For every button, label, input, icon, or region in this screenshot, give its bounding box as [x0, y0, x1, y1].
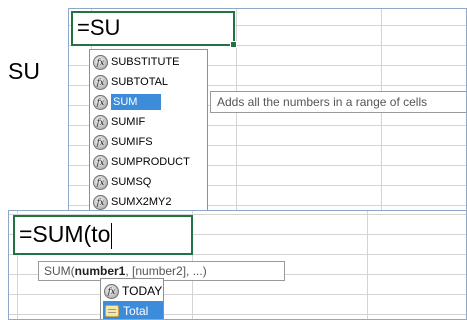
text-caret	[111, 222, 113, 249]
autocomplete-item-label: Total	[123, 304, 149, 318]
autocomplete-item-sumproduct[interactable]: fx SUMPRODUCT	[92, 152, 207, 172]
autocomplete-item-label: SUMIF	[111, 116, 146, 128]
autocomplete-item-label: SUMIFS	[111, 136, 153, 148]
function-icon: fx	[104, 283, 119, 299]
autocomplete-item-label: SUBSTITUTE	[111, 56, 180, 68]
autocomplete-item-label: SUMPRODUCT	[111, 156, 190, 168]
function-icon: fx	[93, 54, 108, 70]
autocomplete-item-subtotal[interactable]: fx SUBTOTAL	[92, 72, 207, 92]
autocomplete-item-label: SUM	[111, 94, 162, 110]
autocomplete-item-today[interactable]: fx TODAY	[103, 281, 163, 301]
autocomplete-item-total[interactable]: Total	[103, 301, 163, 319]
autocomplete-item-sumx2my2[interactable]: fx SUMX2MY2	[92, 192, 207, 212]
autocomplete-item-sum[interactable]: fx SUM	[92, 92, 207, 112]
autocomplete-item-label: TODAY	[122, 284, 163, 298]
autocomplete-item-sumif[interactable]: fx SUMIF	[92, 112, 207, 132]
autocomplete-item-label: SUMX2MY2	[111, 196, 172, 208]
autocomplete-item-sumsq[interactable]: fx SUMSQ	[92, 172, 207, 192]
formula-text: =SUM(to	[19, 221, 111, 247]
function-icon: fx	[93, 114, 108, 130]
function-icon: fx	[93, 174, 108, 190]
syntax-rest: , [number2], ...)	[125, 264, 207, 278]
active-cell-editor[interactable]: =SUM(to	[13, 215, 193, 255]
function-icon: fx	[93, 74, 108, 90]
syntax-prefix: SUM(	[44, 264, 75, 278]
active-cell-editor[interactable]: =SU	[71, 11, 237, 48]
spreadsheet-panel-2: =SUM(to SUM(number1, [number2], ...) fx …	[8, 210, 467, 320]
autocomplete-item-label: SUMSQ	[111, 176, 152, 188]
syntax-current-argument[interactable]: number1	[75, 264, 126, 278]
formula-text: =SU	[77, 15, 121, 40]
function-description-tooltip: Adds all the numbers in a range of cells	[210, 91, 466, 113]
table-icon	[105, 305, 119, 317]
autocomplete-item-substitute[interactable]: fx SUBSTITUTE	[92, 52, 207, 72]
function-icon: fx	[93, 154, 108, 170]
autocomplete-list: fx TODAY Total	[100, 278, 164, 319]
function-icon: fx	[93, 134, 108, 150]
function-icon: fx	[93, 94, 108, 110]
function-icon: fx	[93, 194, 108, 210]
autocomplete-list: fx SUBSTITUTE fx SUBTOTAL fx SUM fx SUMI…	[89, 49, 208, 215]
autocomplete-item-label: SUBTOTAL	[111, 76, 169, 88]
side-label: SU	[8, 58, 40, 84]
autocomplete-item-sumifs[interactable]: fx SUMIFS	[92, 132, 207, 152]
